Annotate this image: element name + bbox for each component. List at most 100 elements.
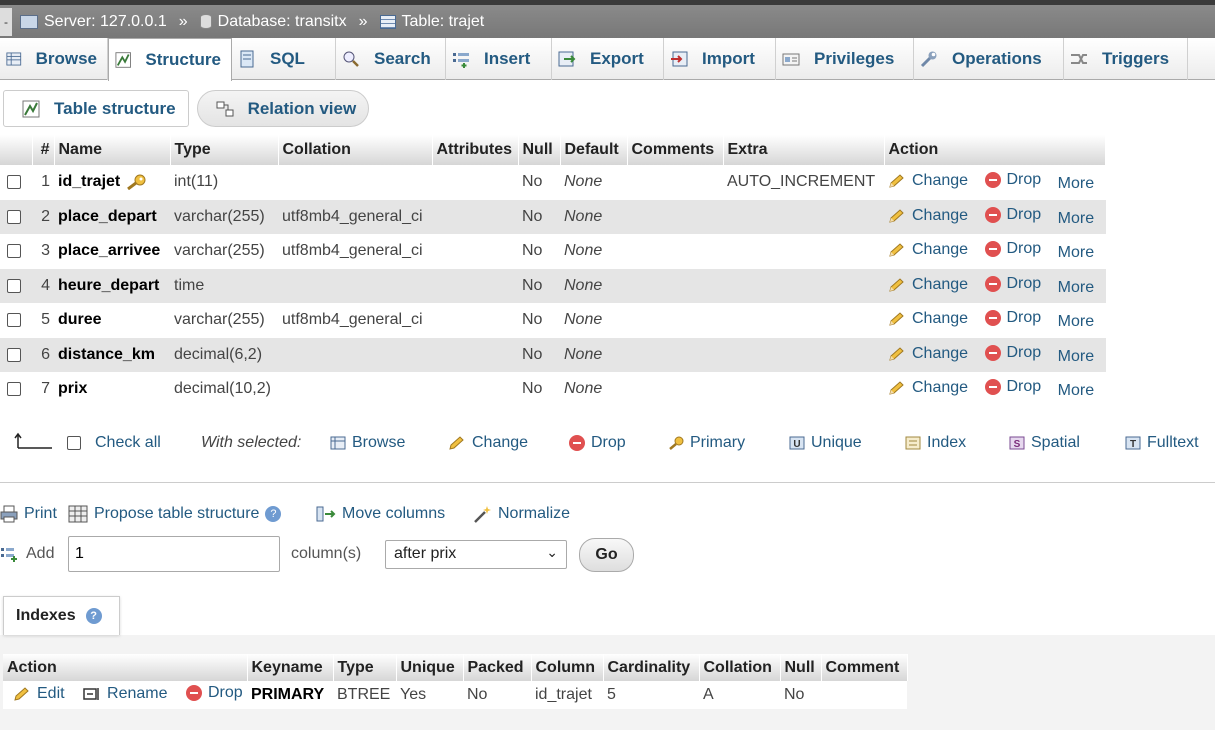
bulk-primary-button[interactable]: Primary xyxy=(668,434,745,452)
index-packed: No xyxy=(463,681,531,709)
more-label: More xyxy=(1057,244,1095,262)
column-position-select[interactable]: after prix ⌄ xyxy=(385,540,567,569)
index-drop-link[interactable]: Drop xyxy=(185,684,243,702)
row-checkbox[interactable] xyxy=(7,382,21,397)
row-checkbox[interactable] xyxy=(7,209,21,224)
drop-link[interactable]: Drop xyxy=(984,274,1042,293)
col-default: Default xyxy=(560,135,628,165)
more-dropdown[interactable]: More xyxy=(1058,175,1094,193)
check-all-label[interactable]: Check all xyxy=(95,434,161,452)
change-link[interactable]: Change xyxy=(888,345,968,363)
index-edit-link[interactable]: Edit xyxy=(13,685,65,703)
drop-link[interactable]: Drop xyxy=(984,309,1041,327)
field-collation: utf8mb4_general_ci xyxy=(278,199,432,234)
tab-export[interactable]: Export xyxy=(552,38,664,80)
breadcrumb-table-link[interactable]: Table: trajet xyxy=(402,13,485,31)
row-checkbox[interactable] xyxy=(7,347,21,362)
help-icon[interactable]: ? xyxy=(85,608,102,624)
field-default: None xyxy=(564,242,603,260)
row-checkbox[interactable] xyxy=(7,313,21,328)
idx-col-cardinality: Cardinality xyxy=(603,654,700,681)
field-name[interactable]: place_arrivee xyxy=(54,234,170,269)
field-collation xyxy=(278,337,432,372)
row-checkbox[interactable] xyxy=(7,244,21,259)
drop-link[interactable]: Drop xyxy=(984,344,1041,362)
breadcrumb-server[interactable]: Server: 127.0.0.1 xyxy=(20,13,167,31)
normalize-link[interactable]: Normalize xyxy=(472,505,570,523)
change-link[interactable]: Change xyxy=(888,172,968,190)
field-num: 5 xyxy=(41,311,50,329)
drop-link[interactable]: Drop xyxy=(984,171,1041,189)
tab-privileges[interactable]: Privileges xyxy=(776,38,914,80)
bulk-index-button[interactable]: Index xyxy=(905,434,966,452)
tab-import[interactable]: Import xyxy=(664,38,776,80)
bulk-browse-button[interactable]: Browse xyxy=(330,434,405,452)
tab-search[interactable]: Search xyxy=(336,38,446,80)
tab-structure[interactable]: Structure xyxy=(108,38,232,81)
tab-operations[interactable]: Operations xyxy=(914,38,1064,80)
field-name[interactable]: prix xyxy=(54,372,170,407)
idx-col-comment: Comment xyxy=(821,654,908,681)
bulk-unique-button[interactable]: U Unique xyxy=(789,434,862,452)
svg-text:T: T xyxy=(1130,439,1136,450)
drop-label: Drop xyxy=(1006,274,1042,292)
breadcrumb-server-link[interactable]: Server: 127.0.0.1 xyxy=(44,13,167,31)
field-row: 7 prix decimal(10,2) No None Change Drop… xyxy=(0,372,1106,407)
go-button[interactable]: Go xyxy=(579,538,634,572)
change-link[interactable]: Change xyxy=(888,379,968,397)
drop-link[interactable]: Drop xyxy=(984,378,1041,396)
drop-link[interactable]: Drop xyxy=(984,240,1041,258)
pencil-icon xyxy=(889,278,904,292)
col-name[interactable]: Name xyxy=(54,135,171,165)
bulk-spatial-button[interactable]: S Spatial xyxy=(1009,434,1080,452)
check-all[interactable]: Check all xyxy=(67,434,161,452)
subtab-relation-view[interactable]: Relation view xyxy=(196,90,370,127)
indexes-toggle[interactable]: Indexes ? xyxy=(3,596,120,635)
browse-icon xyxy=(330,436,346,450)
table-icon xyxy=(379,14,396,29)
field-name[interactable]: place_depart xyxy=(54,199,170,234)
more-dropdown[interactable]: More xyxy=(1058,348,1094,366)
change-link[interactable]: Change xyxy=(888,276,968,294)
field-name[interactable]: distance_km xyxy=(54,337,170,372)
bulk-drop-button[interactable]: Drop xyxy=(569,434,626,452)
check-all-checkbox[interactable] xyxy=(67,436,81,450)
add-column-count-input[interactable] xyxy=(68,536,280,572)
bulk-fulltext-button[interactable]: T Fulltext xyxy=(1125,434,1199,452)
row-checkbox[interactable] xyxy=(7,175,21,190)
tab-sql[interactable]: SQL xyxy=(232,38,336,80)
more-dropdown[interactable]: More xyxy=(1058,382,1094,400)
tab-triggers[interactable]: Triggers xyxy=(1064,38,1188,80)
help-icon[interactable]: ? xyxy=(265,506,282,522)
more-dropdown[interactable]: More xyxy=(1058,313,1094,331)
drop-link[interactable]: Drop xyxy=(984,205,1042,224)
bulk-change-button[interactable]: Change xyxy=(448,434,528,452)
breadcrumb-table[interactable]: Table: trajet xyxy=(379,13,485,31)
tab-triggers-label: Triggers xyxy=(1102,49,1170,68)
row-checkbox[interactable] xyxy=(7,278,21,293)
column-position-value: after prix xyxy=(394,545,457,562)
drop-label: Drop xyxy=(1006,205,1042,223)
move-columns-link[interactable]: Move columns xyxy=(316,505,445,523)
propose-structure-link[interactable]: Propose table structure ? xyxy=(68,505,282,523)
breadcrumb-database-link[interactable]: Database: transitx xyxy=(218,13,347,31)
collapse-button[interactable]: - xyxy=(0,7,12,36)
change-link[interactable]: Change xyxy=(888,241,968,259)
breadcrumb-database[interactable]: Database: transitx xyxy=(199,13,347,31)
drop-icon xyxy=(185,685,202,701)
print-link[interactable]: Print xyxy=(0,505,57,523)
field-name[interactable]: duree xyxy=(54,303,170,338)
change-link[interactable]: Change xyxy=(888,310,968,328)
print-label: Print xyxy=(24,505,57,522)
subtab-table-structure[interactable]: Table structure xyxy=(3,90,189,127)
more-dropdown[interactable]: More xyxy=(1058,244,1094,262)
index-rename-link[interactable]: Rename xyxy=(83,685,168,703)
field-name[interactable]: heure_depart xyxy=(54,268,170,303)
tab-browse[interactable]: Browse xyxy=(0,38,108,80)
more-dropdown[interactable]: More xyxy=(1058,279,1094,297)
tab-insert[interactable]: Insert xyxy=(446,38,552,80)
more-dropdown[interactable]: More xyxy=(1058,210,1094,228)
field-name[interactable]: id_trajet xyxy=(54,165,170,200)
field-type: time xyxy=(170,268,278,303)
change-link[interactable]: Change xyxy=(888,207,968,225)
